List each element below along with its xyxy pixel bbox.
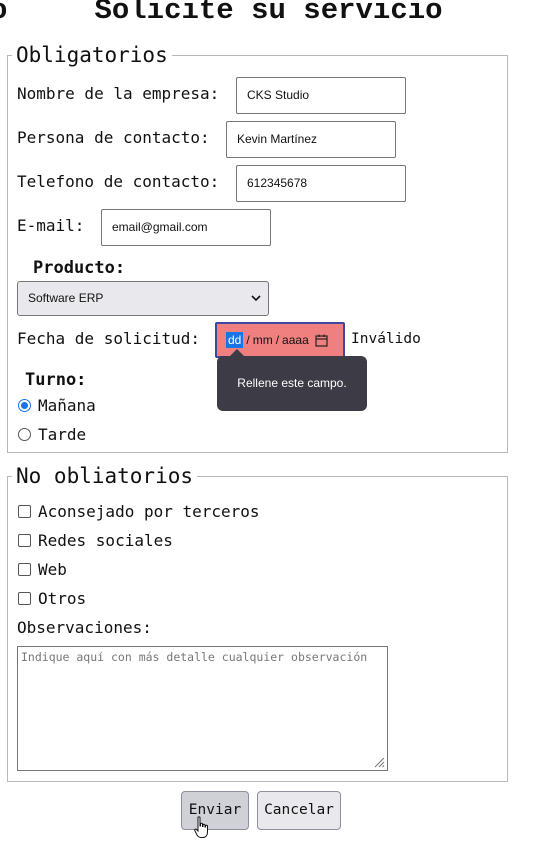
checkbox-otros[interactable]: [18, 592, 31, 605]
fecha-status-text: Inválido: [351, 331, 421, 347]
tooltip-arrow: [229, 349, 245, 357]
no-obligatorios-legend: No obliatorios: [16, 464, 194, 488]
checkbox-label-web[interactable]: Web: [38, 560, 67, 579]
empresa-label: Nombre de la empresa:: [17, 84, 220, 103]
producto-select[interactable]: Software ERP: [17, 281, 269, 316]
telefono-input[interactable]: 612345678: [236, 165, 406, 202]
calendar-icon[interactable]: [315, 334, 328, 347]
turno-radio-tarde[interactable]: [18, 428, 31, 441]
observaciones-placeholder: Indique aquí con más detalle cualquier o…: [21, 650, 368, 664]
tooltip-text: Rellene este campo.: [237, 376, 347, 390]
date-month-segment[interactable]: mm: [253, 333, 273, 347]
observaciones-label: Observaciones:: [17, 618, 152, 637]
page-title: Solicite su servicio: [94, 0, 443, 27]
checkbox-aconsejado[interactable]: [18, 505, 31, 518]
checkbox-label-aconsejado[interactable]: Aconsejado por terceros: [38, 502, 260, 521]
email-input[interactable]: email@gmail.com: [101, 209, 271, 246]
email-label: E-mail:: [17, 216, 85, 235]
chevron-down-icon: [251, 295, 261, 302]
checkbox-web[interactable]: [18, 563, 31, 576]
contacto-input[interactable]: Kevin Martínez: [226, 121, 396, 158]
cancelar-button[interactable]: Cancelar: [257, 791, 341, 830]
empresa-input[interactable]: CKS Studio: [236, 77, 406, 114]
turno-radio-manana[interactable]: [18, 399, 31, 412]
checkbox-label-redes[interactable]: Redes sociales: [38, 531, 173, 550]
enviar-button[interactable]: Enviar: [181, 791, 249, 830]
turno-label: Turno:: [25, 370, 87, 390]
checkbox-redes[interactable]: [18, 534, 31, 547]
fecha-label: Fecha de solicitud:: [17, 329, 201, 348]
producto-selected-value: Software ERP: [28, 291, 104, 305]
date-day-segment[interactable]: dd: [226, 332, 244, 348]
date-separator: /: [275, 333, 280, 347]
producto-label: Producto:: [33, 258, 126, 278]
resize-handle-icon[interactable]: [373, 756, 385, 768]
date-year-segment[interactable]: aaaa: [282, 333, 309, 347]
turno-option-manana[interactable]: Mañana: [38, 396, 96, 415]
obligatorios-legend: Obligatorios: [16, 43, 168, 67]
validation-tooltip: Rellene este campo.: [217, 349, 367, 411]
contacto-label: Persona de contacto:: [17, 128, 210, 147]
telefono-label: Telefono de contacto:: [17, 172, 220, 191]
turno-option-tarde[interactable]: Tarde: [38, 425, 86, 444]
checkbox-label-otros[interactable]: Otros: [38, 589, 86, 608]
date-separator: /: [246, 333, 250, 347]
hand-cursor-icon: [194, 816, 208, 838]
observaciones-textarea[interactable]: Indique aquí con más detalle cualquier o…: [17, 646, 388, 771]
